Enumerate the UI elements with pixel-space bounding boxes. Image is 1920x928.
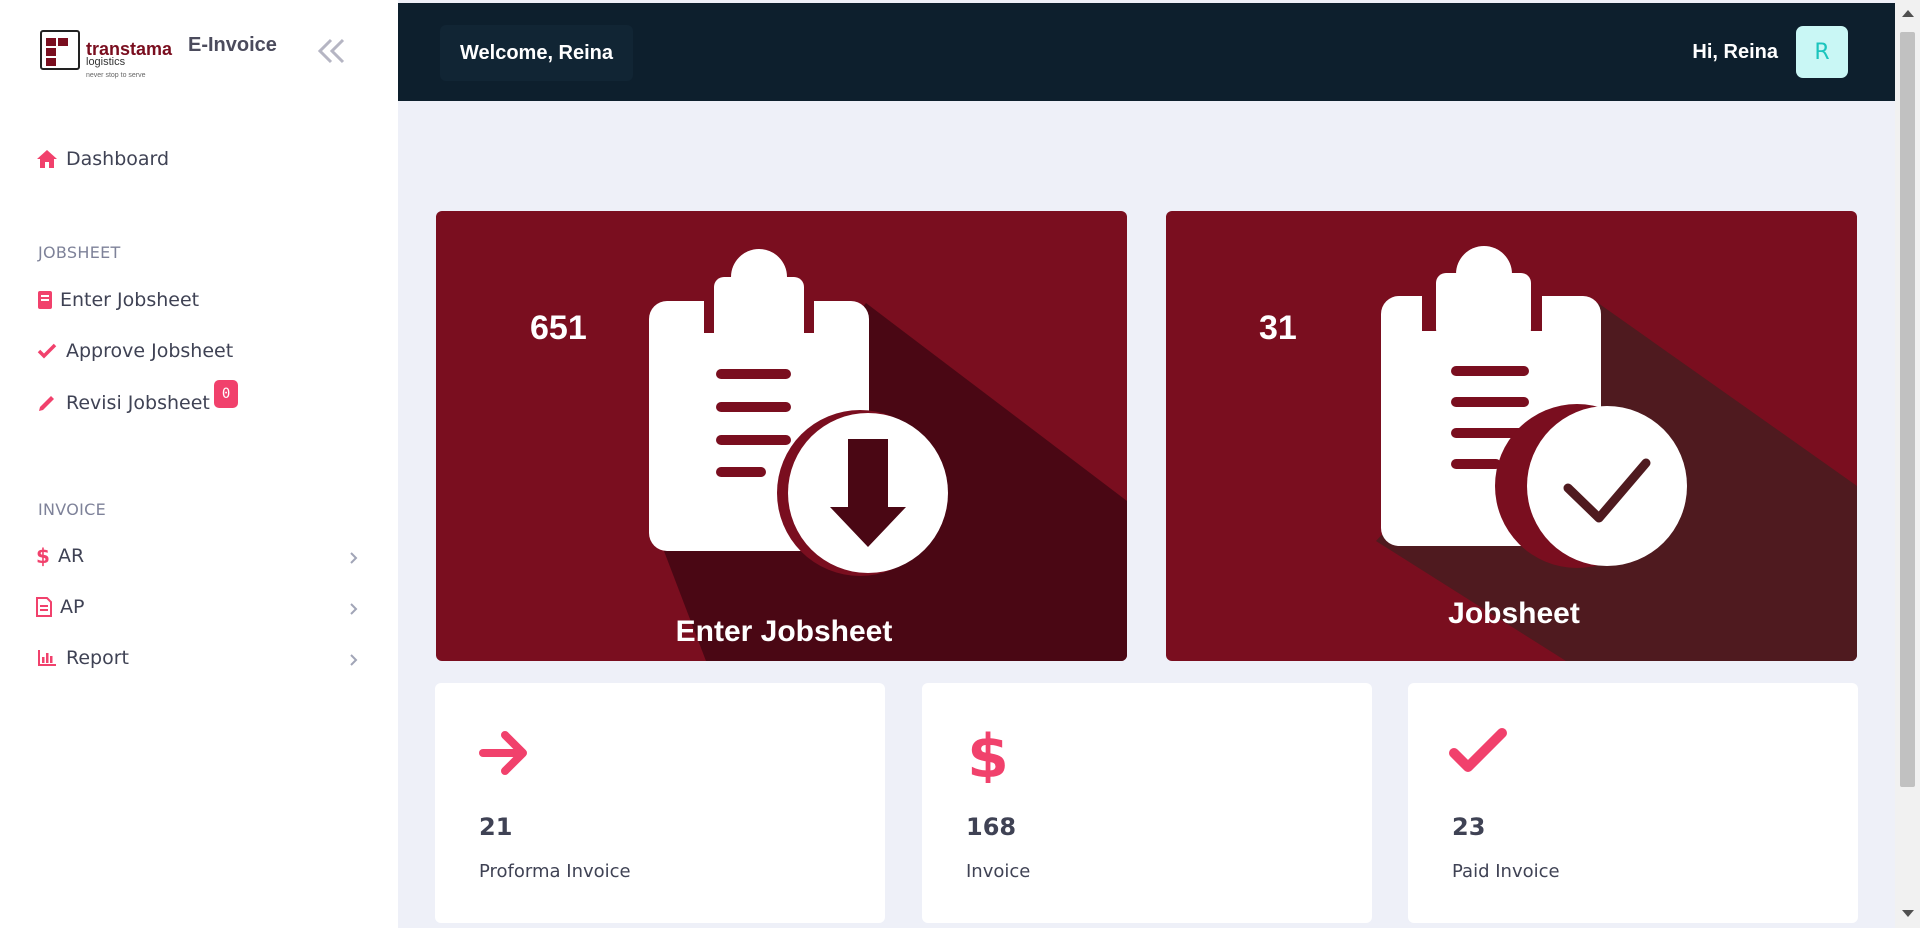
sidebar-item-label: Enter Jobsheet — [60, 289, 200, 311]
app-name: E-Invoice — [188, 34, 277, 56]
stat-label: Invoice — [966, 861, 1031, 882]
jobsheet-title: Jobsheet — [1448, 597, 1580, 630]
stat-label: Proforma Invoice — [479, 861, 631, 882]
section-heading-invoice: INVOICE — [38, 500, 107, 519]
pencil-icon — [36, 392, 58, 414]
stat-value: 21 — [479, 813, 513, 841]
sidebar-item-label: AR — [58, 545, 85, 567]
sidebar-item-ap[interactable]: AP — [36, 596, 84, 618]
sidebar-item-approve-jobsheet[interactable]: Approve Jobsheet — [36, 340, 233, 362]
logo-mark-icon — [40, 30, 80, 70]
brand-logo[interactable]: transtama logistics never stop to serve — [40, 30, 172, 79]
sidebar-item-label: Revisi Jobsheet — [66, 392, 210, 414]
svg-text:$: $ — [967, 723, 1009, 783]
svg-text:$: $ — [37, 545, 49, 567]
jobsheet-count: 31 — [1259, 309, 1297, 347]
dollar-icon: $ — [967, 723, 1009, 783]
welcome-message: Welcome, Reina — [440, 25, 634, 81]
sidebar-item-enter-jobsheet[interactable]: Enter Jobsheet — [36, 289, 199, 311]
logo-tagline: never stop to serve — [86, 72, 146, 79]
chevron-right-icon — [350, 603, 358, 615]
sidebar-item-revisi-jobsheet[interactable]: Revisi Jobsheet 0 — [36, 380, 239, 414]
chevron-right-icon — [350, 552, 358, 564]
scroll-thumb[interactable] — [1900, 32, 1915, 787]
page-scrollbar[interactable] — [1895, 0, 1920, 928]
paid-invoice-card[interactable]: 23 Paid Invoice — [1408, 683, 1858, 923]
file-invoice-icon — [36, 596, 52, 618]
home-icon — [36, 148, 58, 170]
revisi-count-badge: 0 — [213, 380, 239, 408]
user-greeting: Hi, Reina — [1692, 41, 1778, 63]
sidebar-collapse-button[interactable] — [315, 36, 349, 66]
enter-jobsheet-card[interactable]: 651 Enter Jobsheet — [436, 211, 1127, 661]
check-icon — [1449, 728, 1507, 772]
stat-value: 23 — [1452, 813, 1486, 841]
scroll-up-arrow-icon[interactable] — [1902, 10, 1914, 17]
book-icon — [36, 289, 54, 311]
proforma-invoice-card[interactable]: 21 Proforma Invoice — [435, 683, 885, 923]
sidebar: transtama logistics never stop to serve … — [0, 0, 398, 928]
sidebar-item-label: Approve Jobsheet — [66, 340, 234, 362]
clipboard-check-icon — [1376, 246, 1857, 661]
enter-jobsheet-title: Enter Jobsheet — [675, 615, 893, 648]
jobsheet-card[interactable]: 31 Jobsheet — [1166, 211, 1857, 661]
sidebar-item-dashboard[interactable]: Dashboard — [36, 148, 169, 170]
double-chevron-left-icon — [317, 38, 345, 64]
sidebar-item-label: Dashboard — [66, 148, 170, 170]
clipboard-download-icon — [649, 249, 1127, 661]
user-avatar[interactable]: R — [1796, 26, 1848, 78]
chevron-right-icon — [350, 654, 358, 666]
arrow-right-icon — [479, 731, 527, 775]
sidebar-item-ar[interactable]: $ AR — [36, 545, 84, 567]
check-icon — [36, 340, 58, 362]
invoice-card[interactable]: $ 168 Invoice — [922, 683, 1372, 923]
stat-label: Paid Invoice — [1452, 861, 1560, 882]
dollar-icon: $ — [36, 545, 50, 567]
sidebar-item-report[interactable]: Report — [36, 647, 129, 669]
sidebar-item-label: AP — [60, 596, 85, 618]
enter-jobsheet-count: 651 — [530, 309, 587, 347]
top-header: Welcome, Reina Hi, Reina R — [398, 3, 1895, 101]
sidebar-item-label: Report — [66, 647, 129, 669]
section-heading-jobsheet: JOBSHEET — [38, 243, 121, 262]
stat-value: 168 — [966, 813, 1017, 841]
bar-chart-icon — [36, 647, 58, 669]
scroll-down-arrow-icon[interactable] — [1902, 910, 1914, 917]
